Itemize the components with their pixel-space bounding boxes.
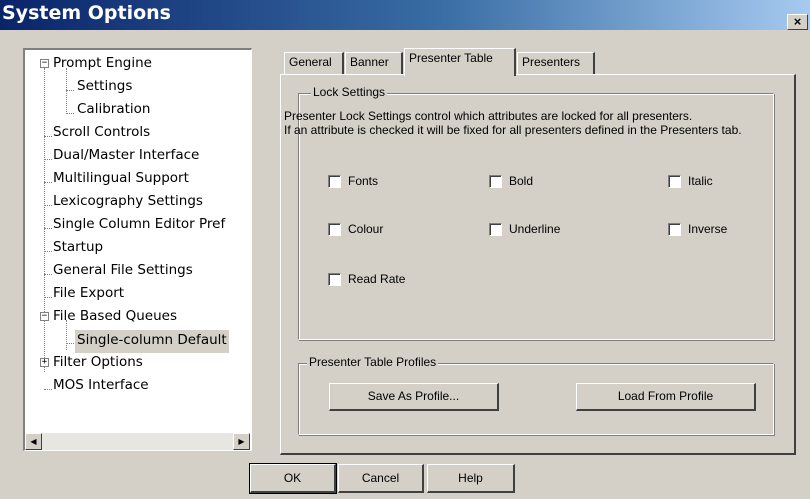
lock-settings-description: Presenter Lock Settings control which at… xyxy=(284,109,794,137)
tree-item-lexicography-settings[interactable]: Lexicography Settings xyxy=(53,191,203,214)
bold-label[interactable]: Bold xyxy=(509,174,533,188)
fonts-checkbox[interactable] xyxy=(328,175,341,188)
tree-connector xyxy=(44,159,52,160)
scroll-right-icon[interactable]: ▶ xyxy=(233,433,250,450)
italic-label[interactable]: Italic xyxy=(688,174,713,188)
tree-item-startup[interactable]: Startup xyxy=(53,237,103,260)
colour-label[interactable]: Colour xyxy=(348,222,383,236)
tree-connector xyxy=(44,182,52,183)
collapse-icon[interactable]: − xyxy=(40,312,49,321)
lock-settings-description-text: Presenter Lock Settings control which at… xyxy=(284,109,742,137)
tree-connector xyxy=(66,343,74,344)
cancel-button[interactable]: Cancel xyxy=(338,464,424,493)
colour-checkbox[interactable] xyxy=(328,223,341,236)
load-from-profile-button[interactable]: Load From Profile xyxy=(576,383,756,411)
italic-checkbox[interactable] xyxy=(668,175,681,188)
save-as-profile-button[interactable]: Save As Profile... xyxy=(329,383,499,411)
inverse-label[interactable]: Inverse xyxy=(688,222,727,236)
underline-label[interactable]: Underline xyxy=(509,222,560,236)
tree-item-file-based-queues[interactable]: File Based Queues xyxy=(53,306,177,329)
tree-item-scroll-controls[interactable]: Scroll Controls xyxy=(53,122,150,145)
profiles-legend: Presenter Table Profiles xyxy=(307,355,439,369)
read-rate-checkbox[interactable] xyxy=(328,273,341,286)
tree-connector xyxy=(44,68,45,372)
tree-item-file-export[interactable]: File Export xyxy=(53,283,124,306)
read-rate-label[interactable]: Read Rate xyxy=(348,272,405,286)
tree-connector xyxy=(44,136,52,137)
tree-item-multilingual-support[interactable]: Multilingual Support xyxy=(53,168,189,191)
close-icon[interactable]: × xyxy=(787,14,808,30)
tab-general[interactable]: General xyxy=(284,52,344,74)
tree-connector xyxy=(44,274,52,275)
tab-presenter-table[interactable]: Presenter Table xyxy=(404,48,516,76)
inverse-checkbox[interactable] xyxy=(668,223,681,236)
scroll-left-icon[interactable]: ◀ xyxy=(25,433,42,450)
tree-item-mos-interface[interactable]: MOS Interface xyxy=(53,375,149,398)
window-title: System Options xyxy=(2,2,171,24)
tree-item-filter-options[interactable]: Filter Options xyxy=(53,352,143,375)
tree-item-settings[interactable]: Settings xyxy=(77,76,132,99)
tree-item-calibration[interactable]: Calibration xyxy=(77,99,150,122)
tree-connector xyxy=(66,113,74,114)
tree-connector xyxy=(44,205,52,206)
tree-connector xyxy=(66,90,74,91)
collapse-icon[interactable]: − xyxy=(40,59,49,68)
underline-checkbox[interactable] xyxy=(489,223,502,236)
tree-item-single-column-editor[interactable]: Single Column Editor Pref xyxy=(53,214,225,237)
ok-button[interactable]: OK xyxy=(249,463,337,494)
tree-item-dual-master-interface[interactable]: Dual/Master Interface xyxy=(53,145,199,168)
expand-icon[interactable]: + xyxy=(40,358,49,367)
tree-item-single-column-default[interactable]: Single-column Default xyxy=(75,330,229,353)
tree-connector xyxy=(44,251,52,252)
tree-horizontal-scrollbar[interactable]: ◀ ▶ xyxy=(25,433,250,450)
tree-connector xyxy=(44,297,52,298)
tab-presenters[interactable]: Presenters xyxy=(517,52,595,74)
title-bar[interactable]: System Options × xyxy=(0,0,810,30)
tree-item-general-file-settings[interactable]: General File Settings xyxy=(53,260,193,283)
options-tree[interactable]: − − + Prompt Engine Settings Calibration… xyxy=(23,48,252,451)
lock-settings-legend: Lock Settings xyxy=(311,85,388,99)
tree-item-prompt-engine[interactable]: Prompt Engine xyxy=(53,53,152,76)
tree-connector xyxy=(44,389,52,390)
tree-connector xyxy=(44,228,52,229)
fonts-label[interactable]: Fonts xyxy=(348,174,378,188)
bold-checkbox[interactable] xyxy=(489,175,502,188)
tab-banner[interactable]: Banner xyxy=(345,52,403,74)
help-button[interactable]: Help xyxy=(427,464,515,493)
